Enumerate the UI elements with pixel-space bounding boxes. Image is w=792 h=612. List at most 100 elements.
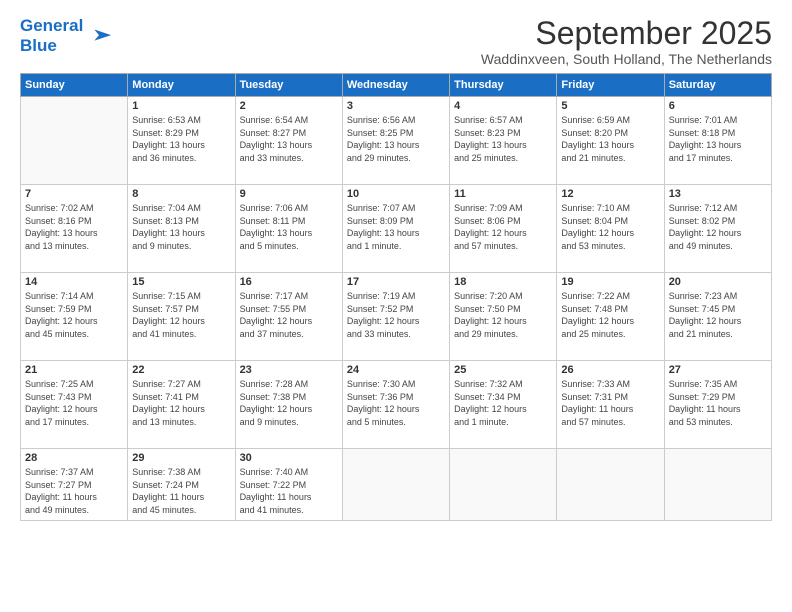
day-number: 7 xyxy=(25,188,123,200)
calendar-cell xyxy=(450,449,557,521)
week-row-0: 1 Sunrise: 6:53 AM Sunset: 8:29 PM Daylig… xyxy=(21,97,772,185)
day-info: Sunrise: 7:07 AM Sunset: 8:09 PM Dayligh… xyxy=(347,202,445,252)
calendar-cell xyxy=(557,449,664,521)
day-info: Sunrise: 6:59 AM Sunset: 8:20 PM Dayligh… xyxy=(561,114,659,164)
day-info: Sunrise: 6:54 AM Sunset: 8:27 PM Dayligh… xyxy=(240,114,338,164)
day-info: Sunrise: 7:09 AM Sunset: 8:06 PM Dayligh… xyxy=(454,202,552,252)
day-number: 16 xyxy=(240,276,338,288)
calendar-cell: 14Sunrise: 7:14 AM Sunset: 7:59 PM Dayli… xyxy=(21,273,128,361)
calendar-table: Sunday Monday Tuesday Wednesday Thursday… xyxy=(20,73,772,521)
calendar-cell: 16 Sunrise: 7:17 AM Sunset: 7:55 PM Dayli… xyxy=(235,273,342,361)
day-info: Sunrise: 7:33 AM Sunset: 7:31 PM Dayligh… xyxy=(561,378,659,428)
col-monday: Monday xyxy=(128,74,235,97)
col-tuesday: Tuesday xyxy=(235,74,342,97)
calendar-cell: 30 Sunrise: 7:40 AM Sunset: 7:22 PM Dayli… xyxy=(235,449,342,521)
day-number: 29 xyxy=(132,452,230,464)
day-info: Sunrise: 7:14 AM Sunset: 7:59 PM Dayligh… xyxy=(25,290,123,340)
day-info: Sunrise: 7:22 AM Sunset: 7:48 PM Dayligh… xyxy=(561,290,659,340)
day-number: 13 xyxy=(669,188,767,200)
day-number: 4 xyxy=(454,100,552,112)
calendar-cell: 6Sunrise: 7:01 AM Sunset: 8:18 PM Daylig… xyxy=(664,97,771,185)
day-info: Sunrise: 7:40 AM Sunset: 7:22 PM Dayligh… xyxy=(240,466,338,516)
calendar-cell: 28 Sunrise: 7:37 AM Sunset: 7:27 PM Dayli… xyxy=(21,449,128,521)
day-number: 9 xyxy=(240,188,338,200)
col-sunday: Sunday xyxy=(21,74,128,97)
calendar-cell: 17Sunrise: 7:19 AM Sunset: 7:52 PM Dayli… xyxy=(342,273,449,361)
day-info: Sunrise: 7:35 AM Sunset: 7:29 PM Dayligh… xyxy=(669,378,767,428)
week-row-2: 14Sunrise: 7:14 AM Sunset: 7:59 PM Dayli… xyxy=(21,273,772,361)
day-number: 15 xyxy=(132,276,230,288)
logo: General Blue xyxy=(20,16,113,55)
calendar-cell: 11 Sunrise: 7:09 AM Sunset: 8:06 PM Dayli… xyxy=(450,185,557,273)
week-row-4: 28 Sunrise: 7:37 AM Sunset: 7:27 PM Dayli… xyxy=(21,449,772,521)
day-number: 19 xyxy=(561,276,659,288)
calendar-cell: 1 Sunrise: 6:53 AM Sunset: 8:29 PM Daylig… xyxy=(128,97,235,185)
calendar-cell: 19 Sunrise: 7:22 AM Sunset: 7:48 PM Dayli… xyxy=(557,273,664,361)
col-saturday: Saturday xyxy=(664,74,771,97)
calendar-cell: 22Sunrise: 7:27 AM Sunset: 7:41 PM Dayli… xyxy=(128,361,235,449)
day-info: Sunrise: 6:56 AM Sunset: 8:25 PM Dayligh… xyxy=(347,114,445,164)
calendar-cell: 2 Sunrise: 6:54 AM Sunset: 8:27 PM Daylig… xyxy=(235,97,342,185)
day-number: 22 xyxy=(132,364,230,376)
day-number: 17 xyxy=(347,276,445,288)
day-number: 20 xyxy=(669,276,767,288)
day-number: 11 xyxy=(454,188,552,200)
day-number: 2 xyxy=(240,100,338,112)
day-number: 12 xyxy=(561,188,659,200)
calendar-cell: 5 Sunrise: 6:59 AM Sunset: 8:20 PM Daylig… xyxy=(557,97,664,185)
day-number: 28 xyxy=(25,452,123,464)
calendar-cell xyxy=(21,97,128,185)
day-info: Sunrise: 7:30 AM Sunset: 7:36 PM Dayligh… xyxy=(347,378,445,428)
calendar-cell: 25 Sunrise: 7:32 AM Sunset: 7:34 PM Dayli… xyxy=(450,361,557,449)
day-number: 10 xyxy=(347,188,445,200)
calendar-cell: 21 Sunrise: 7:25 AM Sunset: 7:43 PM Dayli… xyxy=(21,361,128,449)
day-info: Sunrise: 7:17 AM Sunset: 7:55 PM Dayligh… xyxy=(240,290,338,340)
day-info: Sunrise: 7:10 AM Sunset: 8:04 PM Dayligh… xyxy=(561,202,659,252)
title-block: September 2025 Waddinxveen, South Hollan… xyxy=(481,16,772,67)
day-number: 3 xyxy=(347,100,445,112)
calendar-cell xyxy=(664,449,771,521)
calendar-cell: 20 Sunrise: 7:23 AM Sunset: 7:45 PM Dayli… xyxy=(664,273,771,361)
day-number: 25 xyxy=(454,364,552,376)
day-info: Sunrise: 7:37 AM Sunset: 7:27 PM Dayligh… xyxy=(25,466,123,516)
day-info: Sunrise: 7:04 AM Sunset: 8:13 PM Dayligh… xyxy=(132,202,230,252)
calendar-cell xyxy=(342,449,449,521)
calendar-cell: 10 Sunrise: 7:07 AM Sunset: 8:09 PM Dayli… xyxy=(342,185,449,273)
calendar-cell: 12 Sunrise: 7:10 AM Sunset: 8:04 PM Dayli… xyxy=(557,185,664,273)
logo-icon xyxy=(85,22,113,50)
day-number: 8 xyxy=(132,188,230,200)
day-info: Sunrise: 7:15 AM Sunset: 7:57 PM Dayligh… xyxy=(132,290,230,340)
calendar-cell: 24 Sunrise: 7:30 AM Sunset: 7:36 PM Dayli… xyxy=(342,361,449,449)
day-info: Sunrise: 7:25 AM Sunset: 7:43 PM Dayligh… xyxy=(25,378,123,428)
day-info: Sunrise: 7:12 AM Sunset: 8:02 PM Dayligh… xyxy=(669,202,767,252)
calendar-cell: 9 Sunrise: 7:06 AM Sunset: 8:11 PM Daylig… xyxy=(235,185,342,273)
col-friday: Friday xyxy=(557,74,664,97)
day-number: 24 xyxy=(347,364,445,376)
week-row-3: 21 Sunrise: 7:25 AM Sunset: 7:43 PM Dayli… xyxy=(21,361,772,449)
calendar-cell: 7Sunrise: 7:02 AM Sunset: 8:16 PM Daylig… xyxy=(21,185,128,273)
calendar-cell: 27 Sunrise: 7:35 AM Sunset: 7:29 PM Dayli… xyxy=(664,361,771,449)
calendar-cell: 29 Sunrise: 7:38 AM Sunset: 7:24 PM Dayli… xyxy=(128,449,235,521)
day-number: 6 xyxy=(669,100,767,112)
day-number: 21 xyxy=(25,364,123,376)
day-info: Sunrise: 7:06 AM Sunset: 8:11 PM Dayligh… xyxy=(240,202,338,252)
day-number: 27 xyxy=(669,364,767,376)
day-number: 23 xyxy=(240,364,338,376)
calendar-cell: 26 Sunrise: 7:33 AM Sunset: 7:31 PM Dayli… xyxy=(557,361,664,449)
col-wednesday: Wednesday xyxy=(342,74,449,97)
location: Waddinxveen, South Holland, The Netherla… xyxy=(481,51,772,67)
calendar-cell: 15 Sunrise: 7:15 AM Sunset: 7:57 PM Dayli… xyxy=(128,273,235,361)
day-info: Sunrise: 7:28 AM Sunset: 7:38 PM Dayligh… xyxy=(240,378,338,428)
day-number: 30 xyxy=(240,452,338,464)
day-info: Sunrise: 7:20 AM Sunset: 7:50 PM Dayligh… xyxy=(454,290,552,340)
day-info: Sunrise: 7:38 AM Sunset: 7:24 PM Dayligh… xyxy=(132,466,230,516)
page: General Blue September 2025 Waddinxveen,… xyxy=(0,0,792,531)
day-info: Sunrise: 7:23 AM Sunset: 7:45 PM Dayligh… xyxy=(669,290,767,340)
day-number: 26 xyxy=(561,364,659,376)
day-number: 1 xyxy=(132,100,230,112)
logo-blue: Blue xyxy=(20,36,83,56)
day-info: Sunrise: 7:32 AM Sunset: 7:34 PM Dayligh… xyxy=(454,378,552,428)
day-info: Sunrise: 6:53 AM Sunset: 8:29 PM Dayligh… xyxy=(132,114,230,164)
day-number: 5 xyxy=(561,100,659,112)
header-row: Sunday Monday Tuesday Wednesday Thursday… xyxy=(21,74,772,97)
